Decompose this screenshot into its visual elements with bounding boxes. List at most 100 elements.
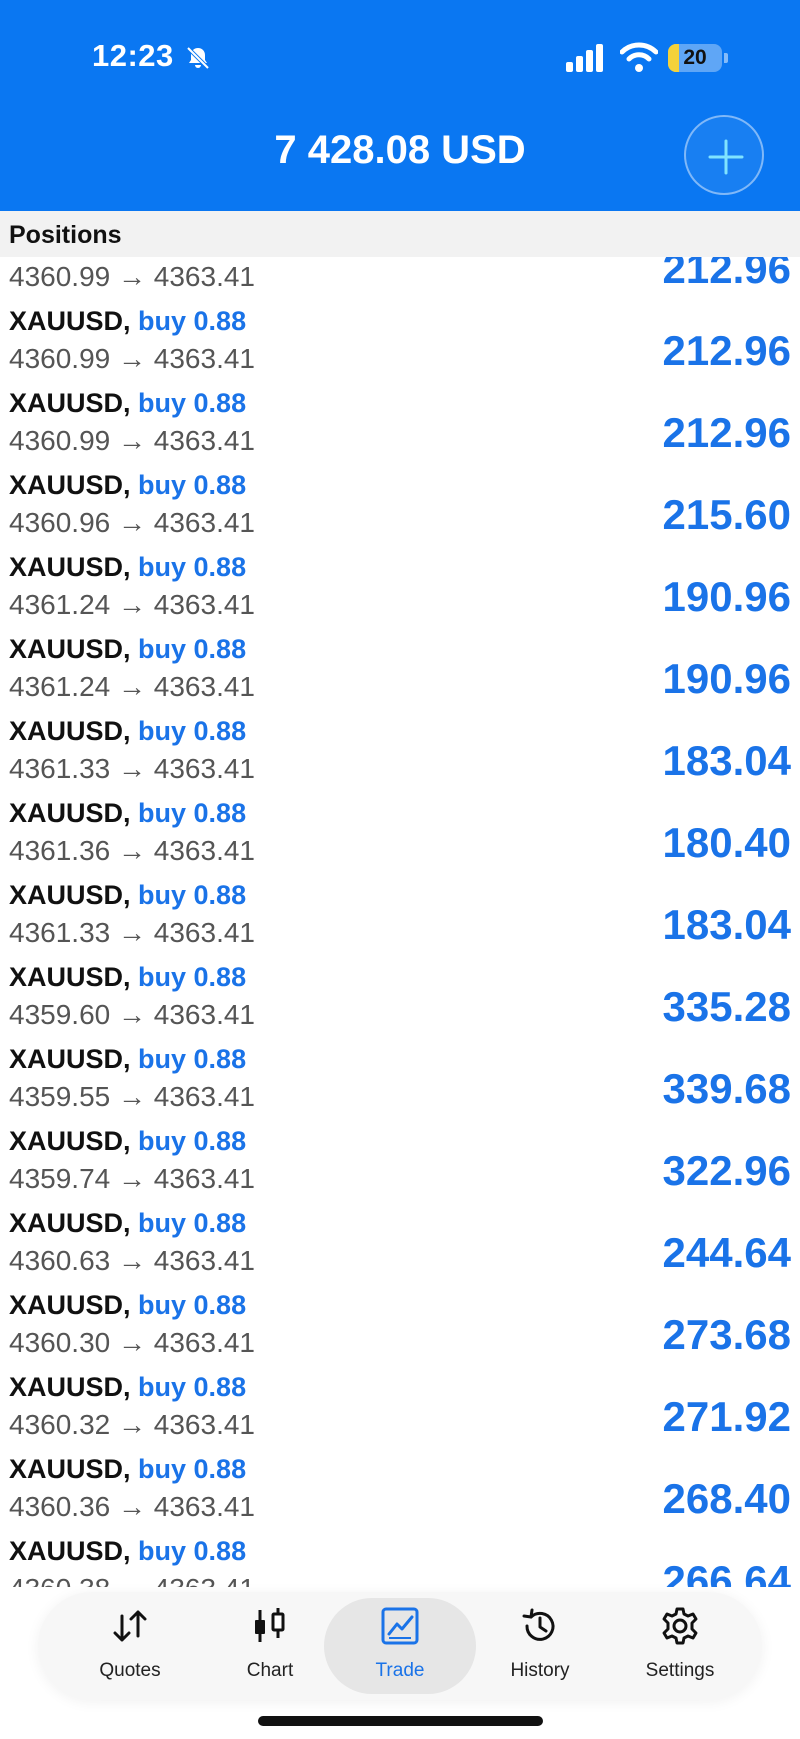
position-prices: 4360.38 → 4363.41 — [9, 1573, 255, 1587]
position-side-volume: buy 0.88 — [138, 1044, 247, 1074]
position-row[interactable]: XAUUSD, buy 0.88 4361.24 → 4363.41 190.96 — [0, 536, 800, 620]
price-arrow: → — [118, 1573, 146, 1587]
position-row[interactable]: XAUUSD, buy 0.88 4359.60 → 4363.41 335.28 — [0, 946, 800, 1031]
price-arrow: → — [118, 671, 146, 702]
position-profit: 268.40 — [662, 1475, 791, 1522]
position-profit: 183.04 — [662, 737, 791, 784]
price-arrow: → — [118, 425, 146, 456]
position-profit: 335.28 — [662, 983, 791, 1030]
position-side-volume: buy 0.88 — [138, 306, 247, 336]
current-price: 4363.41 — [153, 835, 255, 866]
open-price: 4359.74 — [9, 1163, 111, 1194]
position-row[interactable]: XAUUSD, buy 0.88 4361.36 → 4363.41 180.40 — [0, 782, 800, 866]
position-symbol: XAUUSD, — [9, 1372, 131, 1402]
current-price: 4363.41 — [153, 671, 255, 702]
position-side-volume: buy 0.88 — [138, 880, 247, 910]
account-balance: 7 428.08 USD — [274, 128, 526, 172]
position-symbol: XAUUSD, — [9, 798, 131, 828]
position-prices: 4360.32 → 4363.41 — [9, 1409, 255, 1441]
battery-indicator: 20 — [668, 44, 728, 72]
open-price: 4361.36 — [9, 835, 111, 866]
positions-list: XAUUSD, buy 0.88 4360.99 → 4363.41 212.96 X… — [0, 257, 800, 1587]
position-symbol: XAUUSD, — [9, 1044, 131, 1074]
price-arrow: → — [118, 1491, 146, 1522]
position-row[interactable]: XAUUSD, buy 0.884360.99 → 4363.41212.96 — [0, 257, 800, 293]
tab-settings[interactable]: Settings — [610, 1592, 750, 1700]
tab-quotes[interactable]: Quotes — [60, 1592, 200, 1700]
open-price: 4361.33 — [9, 753, 111, 784]
position-profit: 271.92 — [662, 1393, 791, 1440]
tab-history[interactable]: History — [470, 1592, 610, 1700]
plus-icon — [708, 139, 744, 175]
tab-label: Trade — [375, 1660, 425, 1681]
app-header: 12:23 20 7 428.08 USD — [0, 0, 800, 211]
current-price: 4363.41 — [153, 343, 255, 374]
open-price: 4360.36 — [9, 1491, 111, 1522]
position-title: XAUUSD, buy 0.88 — [9, 1126, 246, 1157]
position-symbol: XAUUSD, — [9, 880, 131, 910]
position-symbol: XAUUSD, — [9, 470, 131, 500]
position-row[interactable]: XAUUSD, buy 0.88 4360.96 → 4363.41 215.60 — [0, 454, 800, 538]
position-prices: 4359.74 → 4363.41 — [9, 1163, 255, 1195]
position-row[interactable]: XAUUSD, buy 0.88 4360.38 → 4363.41 266.64 — [0, 1520, 800, 1587]
position-title: XAUUSD, buy 0.88 — [9, 470, 246, 501]
position-prices: 4361.24 → 4363.41 — [9, 671, 255, 703]
position-prices: 4360.30 → 4363.41 — [9, 1327, 255, 1359]
bell-muted-icon — [186, 46, 210, 70]
position-title: XAUUSD, buy 0.88 — [9, 1208, 246, 1239]
position-row[interactable]: XAUUSD, buy 0.88 4360.32 → 4363.41 271.92 — [0, 1356, 800, 1441]
open-price: 4361.24 — [9, 671, 111, 702]
position-prices: 4360.99 → 4363.41 — [9, 261, 255, 293]
position-prices: 4360.99 → 4363.41 — [9, 343, 255, 375]
positions-section-header: Positions — [0, 211, 800, 257]
position-row[interactable]: XAUUSD, buy 0.88 4359.55 → 4363.41 339.68 — [0, 1028, 800, 1113]
positions-list-viewport[interactable]: XAUUSD, buy 0.88 4360.99 → 4363.41 212.96 X… — [0, 257, 800, 1587]
position-symbol: XAUUSD, — [9, 634, 131, 664]
position-row[interactable]: XAUUSD, buy 0.88 4360.63 → 4363.41 244.64 — [0, 1192, 800, 1276]
open-price: 4360.96 — [9, 507, 111, 538]
price-arrow: → — [118, 1245, 146, 1276]
position-row[interactable]: XAUUSD, buy 0.88 4360.36 → 4363.41 268.40 — [0, 1438, 800, 1522]
position-row[interactable]: XAUUSD, buy 0.88 4361.33 → 4363.41 183.04 — [0, 700, 800, 784]
position-prices: 4361.33 → 4363.41 — [9, 917, 255, 949]
position-side-volume: buy 0.88 — [138, 962, 247, 992]
tab-chart[interactable]: Chart — [200, 1592, 340, 1700]
position-prices: 4359.55 → 4363.41 — [9, 1081, 255, 1113]
position-symbol: XAUUSD, — [9, 1126, 131, 1156]
position-profit: 190.96 — [662, 655, 791, 702]
position-prices: 4360.99 → 4363.41 — [9, 425, 255, 457]
position-row[interactable]: XAUUSD, buy 0.88 4361.24 → 4363.41 190.96 — [0, 618, 800, 703]
current-price: 4363.41 — [153, 507, 255, 538]
price-arrow: → — [118, 589, 146, 620]
position-prices: 4359.60 → 4363.41 — [9, 999, 255, 1031]
position-profit: 180.40 — [662, 819, 791, 866]
price-arrow: → — [118, 1163, 146, 1194]
open-price: 4361.24 — [9, 589, 111, 620]
position-row[interactable]: XAUUSD, buy 0.88 4360.30 → 4363.41 273.68 — [0, 1274, 800, 1359]
position-row[interactable]: XAUUSD, buy 0.88 4361.33 → 4363.41 183.04 — [0, 864, 800, 949]
position-title: XAUUSD, buy 0.88 — [9, 962, 246, 993]
position-title: XAUUSD, buy 0.88 — [9, 1536, 246, 1567]
position-symbol: XAUUSD, — [9, 1454, 131, 1484]
tab-trade[interactable]: Trade — [324, 1592, 476, 1700]
tab-label: Settings — [645, 1660, 715, 1681]
position-profit: 212.96 — [662, 409, 791, 456]
position-profit: 212.96 — [662, 327, 791, 374]
current-price: 4363.41 — [153, 999, 255, 1030]
quotes-icon — [113, 1610, 147, 1642]
current-price: 4363.41 — [153, 589, 255, 620]
position-profit: 322.96 — [662, 1147, 791, 1194]
position-profit: 183.04 — [662, 901, 791, 948]
position-title: XAUUSD, buy 0.88 — [9, 552, 246, 583]
position-row[interactable]: XAUUSD, buy 0.884360.99 → 4363.41212.96 — [0, 372, 800, 457]
position-title: XAUUSD, buy 0.88 — [9, 306, 246, 337]
price-arrow: → — [118, 261, 146, 292]
position-side-volume: buy 0.88 — [138, 634, 247, 664]
home-indicator[interactable] — [258, 1716, 543, 1726]
new-order-button[interactable] — [684, 115, 764, 195]
position-title: XAUUSD, buy 0.88 — [9, 1454, 246, 1485]
position-row[interactable]: XAUUSD, buy 0.88 4360.99 → 4363.41 212.96 — [0, 290, 800, 375]
current-price: 4363.41 — [153, 1409, 255, 1440]
position-row[interactable]: XAUUSD, buy 0.88 4359.74 → 4363.41 322.96 — [0, 1110, 800, 1195]
price-arrow: → — [118, 507, 146, 538]
